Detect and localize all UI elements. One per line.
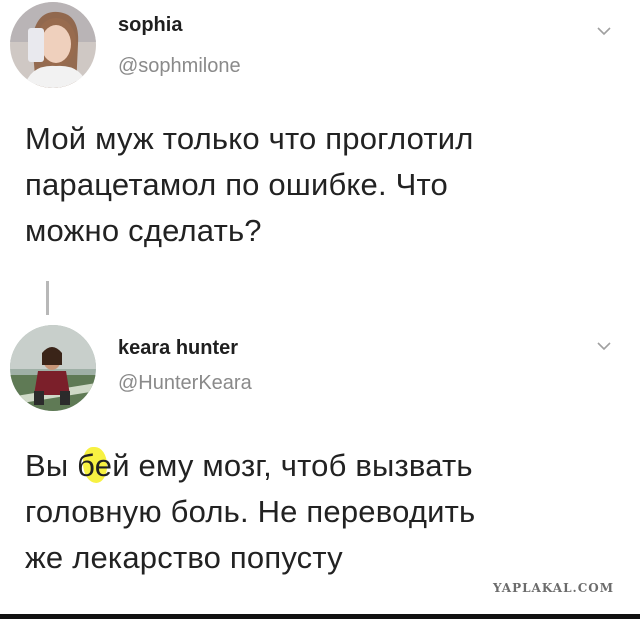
user-photo-avatar-icon bbox=[10, 2, 96, 88]
tweet2-author-name[interactable]: keara hunter bbox=[118, 337, 238, 360]
tweet1-author-handle[interactable]: @sophmilone bbox=[118, 55, 241, 78]
tweet1-author-name[interactable]: sophia bbox=[118, 14, 182, 37]
watermark: YAPLAKAL.COM bbox=[492, 581, 614, 595]
tweet1-text: Мой муж только что проглотил парацетамол… bbox=[25, 121, 474, 248]
tweet2-author-handle[interactable]: @HunterKeara bbox=[118, 372, 252, 395]
tweet2-text: Вы бей ему мозг, чтоб вызвать головную б… bbox=[25, 448, 476, 575]
chevron-down-icon[interactable] bbox=[596, 341, 612, 351]
avatar[interactable] bbox=[10, 2, 96, 88]
chevron-down-icon[interactable] bbox=[596, 26, 612, 36]
thread-connector-line bbox=[46, 281, 49, 315]
bottom-border bbox=[0, 614, 640, 619]
avatar[interactable] bbox=[10, 325, 96, 411]
user-photo-avatar-icon bbox=[10, 325, 96, 411]
